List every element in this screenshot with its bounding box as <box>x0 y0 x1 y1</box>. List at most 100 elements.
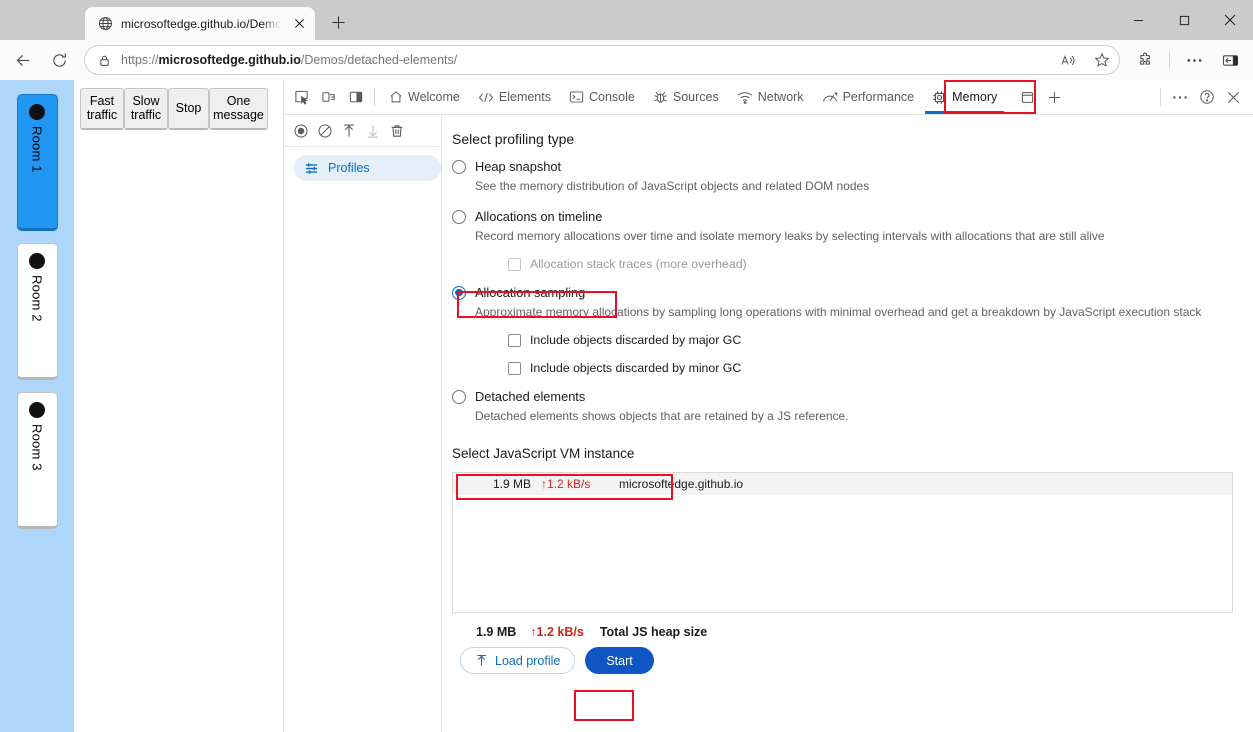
slow-traffic-button[interactable]: Slow traffic <box>124 88 168 130</box>
memory-chip-icon <box>932 90 947 105</box>
devtools-tabbar-right <box>1155 84 1253 110</box>
page-button-row: Fast traffic Slow traffic Stop One messa… <box>80 88 283 130</box>
tab-sources[interactable]: Sources <box>644 81 728 114</box>
room-tab-3[interactable]: Room 3 <box>17 392 58 529</box>
vm-row-size: 1.9 MB <box>477 477 531 491</box>
vm-row-rate: ↑1.2 kB/s <box>541 477 611 491</box>
record-icon[interactable] <box>290 119 312 143</box>
delete-profile-icon[interactable] <box>386 119 408 143</box>
room-status-dot <box>29 104 45 120</box>
navbar-right-actions <box>1128 45 1247 75</box>
checkbox-box[interactable] <box>508 258 521 271</box>
question-circle-icon[interactable] <box>1193 84 1220 110</box>
radio-heap-snapshot[interactable]: Heap snapshot <box>452 159 1233 174</box>
back-arrow-icon[interactable] <box>6 45 40 75</box>
total-heap-label: Total JS heap size <box>600 625 707 639</box>
url-path: /Demos/detached-elements/ <box>301 53 457 67</box>
clear-icon[interactable] <box>314 119 336 143</box>
load-profile-button[interactable]: Load profile <box>460 647 575 674</box>
dock-side-icon[interactable] <box>342 84 369 110</box>
radio-button[interactable] <box>452 390 466 404</box>
memory-main-panel: Select profiling type Heap snapshot See … <box>442 115 1253 732</box>
browser-sidebar-icon[interactable] <box>1213 45 1247 75</box>
one-message-button[interactable]: One message <box>209 88 268 130</box>
checkbox-label: Allocation stack traces (more overhead) <box>530 257 747 271</box>
room-status-dot <box>29 402 45 418</box>
home-icon <box>389 90 403 104</box>
new-tab-button[interactable] <box>323 7 353 37</box>
radio-button[interactable] <box>452 160 466 174</box>
memory-action-buttons: Load profile Start <box>452 647 1233 674</box>
page-main-area: Fast traffic Slow traffic Stop One messa… <box>74 80 283 732</box>
radio-allocation-sampling[interactable]: Allocation sampling <box>452 285 1233 300</box>
add-tab-icon[interactable] <box>1041 84 1068 110</box>
vm-instance-section: Select JavaScript VM instance 1.9 MB ↑1.… <box>452 445 1233 613</box>
room-label: Room 1 <box>30 126 45 173</box>
option-description: Detached elements shows objects that are… <box>475 409 1233 423</box>
checkbox-allocation-stack-traces[interactable]: Allocation stack traces (more overhead) <box>508 257 1233 271</box>
room-tab-1[interactable]: Room 1 <box>17 94 58 231</box>
url-text: https://microsoftedge.github.io/Demos/de… <box>121 53 1047 67</box>
save-profile-icon[interactable] <box>362 119 384 143</box>
tab-welcome[interactable]: Welcome <box>380 81 469 114</box>
address-bar[interactable]: https://microsoftedge.github.io/Demos/de… <box>84 45 1120 75</box>
inspect-element-icon[interactable] <box>288 84 315 110</box>
option-label: Detached elements <box>475 389 585 404</box>
table-row[interactable]: 1.9 MB ↑1.2 kB/s microsoftedge.github.io <box>453 473 1232 495</box>
load-profile-icon[interactable] <box>338 119 360 143</box>
panel-icon[interactable] <box>1014 84 1041 110</box>
radio-detached-elements[interactable]: Detached elements <box>452 389 1233 404</box>
close-icon[interactable] <box>289 14 309 34</box>
window-close-icon[interactable] <box>1207 0 1253 40</box>
checkbox-label: Include objects discarded by minor GC <box>530 361 741 375</box>
start-button[interactable]: Start <box>585 647 653 674</box>
navbar-divider <box>1169 51 1170 69</box>
option-label: Allocations on timeline <box>475 209 602 224</box>
browser-content: Room 1 Room 2 Room 3 Fast traffic Slow t… <box>0 80 1253 732</box>
checkbox-box[interactable] <box>508 334 521 347</box>
tab-console[interactable]: Console <box>560 81 644 114</box>
sidebar-item-label: Profiles <box>328 161 370 175</box>
load-profile-label: Load profile <box>495 654 560 668</box>
tab-memory[interactable]: Memory <box>923 81 1006 114</box>
checkbox-minor-gc[interactable]: Include objects discarded by minor GC <box>508 361 1233 375</box>
puzzle-piece-icon[interactable] <box>1128 45 1162 75</box>
browser-navbar: https://microsoftedge.github.io/Demos/de… <box>0 40 1253 80</box>
devtools-close-icon[interactable] <box>1220 84 1247 110</box>
fast-traffic-button[interactable]: Fast traffic <box>80 88 124 130</box>
minimize-icon[interactable] <box>1115 0 1161 40</box>
sidebar-item-profiles[interactable]: Profiles <box>294 155 441 181</box>
ellipsis-icon[interactable] <box>1166 84 1193 110</box>
radio-button[interactable] <box>452 210 466 224</box>
tab-label: Memory <box>952 90 997 104</box>
room-label: Room 2 <box>30 275 45 322</box>
tab-performance[interactable]: Performance <box>813 81 924 114</box>
url-prefix: https:// <box>121 53 159 67</box>
room-status-dot <box>29 253 45 269</box>
star-icon[interactable] <box>1089 48 1115 72</box>
read-aloud-icon[interactable] <box>1055 48 1081 72</box>
browser-tab[interactable]: microsoftedge.github.io/Demos/d <box>85 7 315 40</box>
profiling-type-title: Select profiling type <box>452 131 1233 147</box>
checkbox-box[interactable] <box>508 362 521 375</box>
profiles-filter-icon <box>304 161 319 176</box>
tab-label: Console <box>589 90 635 104</box>
vm-instance-table[interactable]: 1.9 MB ↑1.2 kB/s microsoftedge.github.io <box>452 472 1233 613</box>
reload-icon[interactable] <box>42 45 76 75</box>
room-tab-2[interactable]: Room 2 <box>17 243 58 380</box>
device-toolbar-icon[interactable] <box>315 84 342 110</box>
console-terminal-icon <box>569 90 584 104</box>
checkbox-major-gc[interactable]: Include objects discarded by major GC <box>508 333 1233 347</box>
performance-gauge-icon <box>822 91 838 104</box>
stop-button[interactable]: Stop <box>168 88 209 130</box>
code-brackets-icon <box>478 91 494 104</box>
ellipsis-icon[interactable] <box>1177 45 1211 75</box>
vm-row-name: microsoftedge.github.io <box>619 477 743 491</box>
maximize-icon[interactable] <box>1161 0 1207 40</box>
browser-window: microsoftedge.github.io/Demos/d <box>0 0 1253 732</box>
tab-network[interactable]: Network <box>728 81 813 114</box>
globe-icon <box>97 16 113 32</box>
tab-elements[interactable]: Elements <box>469 81 560 114</box>
radio-button[interactable] <box>452 286 466 300</box>
radio-allocations-timeline[interactable]: Allocations on timeline <box>452 209 1233 224</box>
